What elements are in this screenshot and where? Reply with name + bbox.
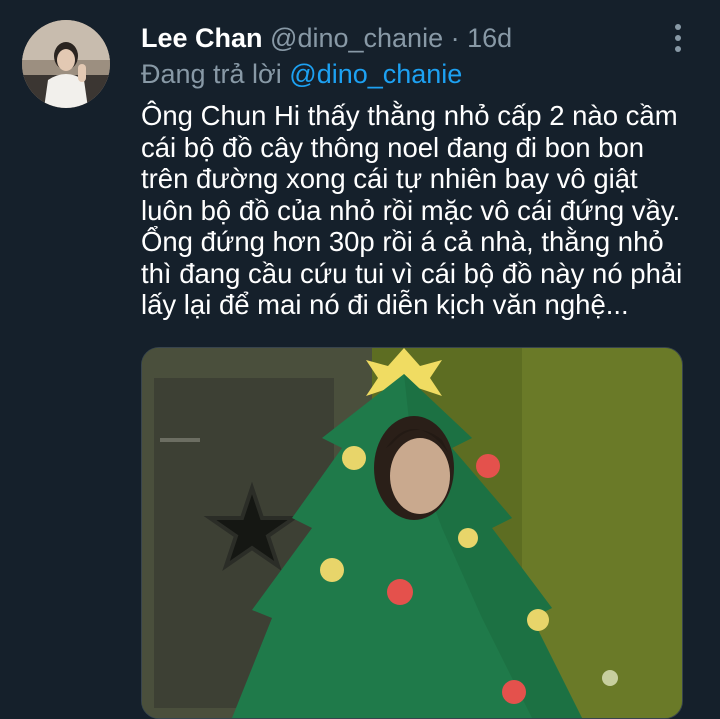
avatar-photo (22, 20, 110, 108)
author-handle[interactable]: @dino_chanie (270, 23, 443, 53)
reply-mention-link[interactable]: @dino_chanie (289, 59, 462, 89)
author-name[interactable]: Lee Chan (141, 23, 263, 53)
more-dot (675, 35, 681, 41)
tweet-text-line: thì đang cầu cứu tui vì cái bộ đồ này nó… (141, 257, 683, 289)
tweet-media-photo[interactable] (141, 347, 683, 719)
tweet-text-line: lấy lại để mai nó đi diễn kịch văn nghệ.… (141, 289, 629, 320)
tweet-text-line: cái bộ đồ cây thông noel đang đi bon bon (141, 131, 645, 163)
more-options-icon[interactable] (666, 22, 690, 54)
tweet-text-line: Ổng đứng hơn 30p rồi á cả nhà, thằng nhỏ (141, 226, 664, 257)
christmas-tree-photo (142, 348, 682, 718)
tweet-text-line: luôn bộ đồ của nhỏ rồi mặc vô cái đứng v… (141, 194, 681, 226)
tweet-text-line: trên đường xong cái tự nhiên bay vô giật (141, 163, 638, 194)
more-dot (675, 46, 681, 52)
reply-context: Đang trả lời @dino_chanie (141, 58, 462, 90)
separator-dot: · (450, 23, 460, 53)
more-dot (675, 24, 681, 30)
tweet-header: Lee Chan @dino_chanie · 16d (141, 22, 512, 54)
reply-prefix: Đang trả lời (141, 59, 282, 89)
tweet-text-line: Ông Chun Hi thấy thằng nhỏ cấp 2 nào cầm (141, 100, 678, 131)
tweet-text: Ông Chun Hi thấy thằng nhỏ cấp 2 nào cầm… (141, 100, 711, 321)
author-avatar[interactable] (22, 20, 110, 108)
tweet-timestamp[interactable]: 16d (467, 23, 512, 53)
